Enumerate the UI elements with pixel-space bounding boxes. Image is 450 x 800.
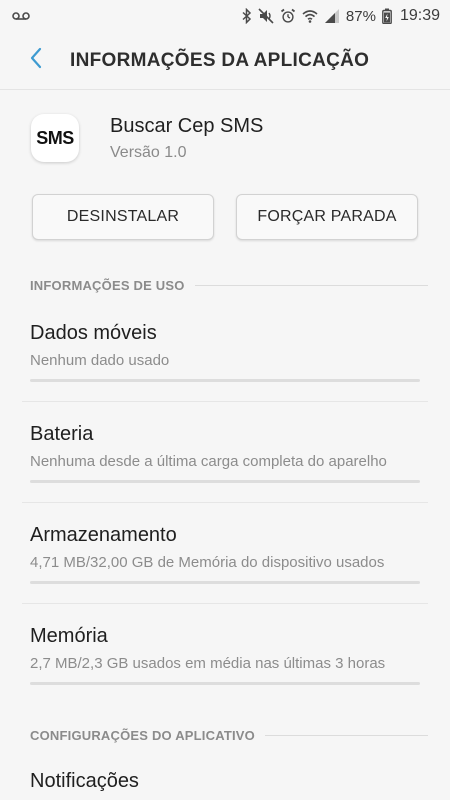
back-arrow-icon <box>29 47 43 74</box>
list-item-mobile-data[interactable]: Dados móveis Nenhum dado usado <box>0 303 450 403</box>
divider <box>22 603 428 604</box>
section-title: INFORMAÇÕES DE USO <box>30 277 185 293</box>
item-subtitle: 2,7 MB/2,3 GB usados em média nas última… <box>30 655 386 672</box>
mute-icon <box>258 8 274 24</box>
page-title: INFORMAÇÕES DA APLICAÇÃO <box>70 49 370 71</box>
usage-bar <box>30 480 420 483</box>
item-title: Bateria <box>30 423 94 445</box>
divider <box>22 502 428 503</box>
status-right: 87% 19:39 <box>242 7 440 25</box>
battery-icon <box>382 8 392 24</box>
list-item-storage[interactable]: Armazenamento 4,71 MB/32,00 GB de Memóri… <box>0 505 450 605</box>
app-version: Versão 1.0 <box>110 144 187 161</box>
usage-section-header: INFORMAÇÕES DE USO <box>30 275 428 295</box>
list-item-battery[interactable]: Bateria Nenhuma desde a última carga com… <box>0 404 450 504</box>
section-title: CONFIGURAÇÕES DO APLICATIVO <box>30 727 255 743</box>
app-name: Buscar Cep SMS <box>110 115 264 137</box>
app-info: SMS Buscar Cep SMS Versão 1.0 <box>0 95 450 185</box>
usage-bar <box>30 379 420 382</box>
item-title: Armazenamento <box>30 524 177 546</box>
item-subtitle: Nenhuma desde a última carga completa do… <box>30 453 387 470</box>
app-header: INFORMAÇÕES DA APLICAÇÃO <box>0 32 450 90</box>
item-subtitle: Nenhum dado usado <box>30 352 170 369</box>
uninstall-button[interactable]: DESINSTALAR <box>32 194 214 240</box>
item-title: Dados móveis <box>30 322 157 344</box>
section-divider <box>194 284 428 286</box>
usage-bar <box>30 581 420 584</box>
usage-bar <box>30 682 420 685</box>
list-item-memory[interactable]: Memória 2,7 MB/2,3 GB usados em média na… <box>0 606 450 706</box>
signal-icon <box>324 9 340 23</box>
status-left <box>12 11 30 21</box>
back-button[interactable] <box>16 41 56 81</box>
alarm-icon <box>280 8 296 24</box>
item-subtitle: 4,71 MB/32,00 GB de Memória do dispositi… <box>30 554 385 571</box>
wifi-icon <box>302 8 318 24</box>
divider <box>22 401 428 402</box>
status-bar: 87% 19:39 <box>0 0 450 32</box>
battery-percent: 87% <box>345 7 376 25</box>
list-item-notifications[interactable]: Notificações <box>0 752 450 800</box>
force-stop-button[interactable]: FORÇAR PARADA <box>236 194 418 240</box>
clock: 19:39 <box>399 7 440 24</box>
bluetooth-icon <box>242 8 252 24</box>
item-title: Memória <box>30 625 108 647</box>
voicemail-icon <box>12 11 30 21</box>
config-section-header: CONFIGURAÇÕES DO APLICATIVO <box>30 725 428 745</box>
app-icon: SMS <box>31 114 79 162</box>
section-divider <box>264 734 428 736</box>
item-title: Notificações <box>30 770 139 792</box>
